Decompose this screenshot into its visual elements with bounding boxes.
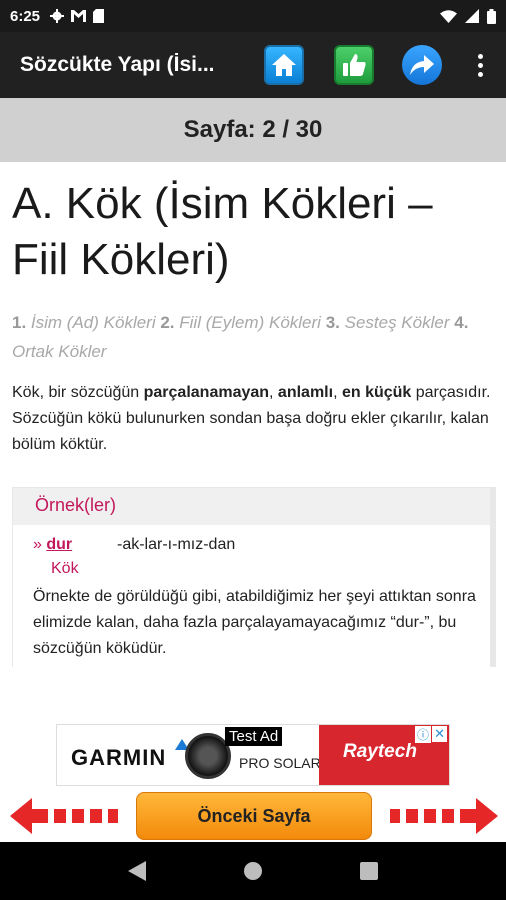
status-bar: 6:25 bbox=[0, 0, 506, 32]
intro-paragraph: Kök, bir sözcüğün parçalanamayan, anlaml… bbox=[12, 380, 498, 458]
app-bar: Sözcükte Yapı (İsi... bbox=[0, 32, 506, 98]
example-explanation: Örnekte de görüldüğü gibi, atabildiğimiz… bbox=[33, 588, 476, 657]
recents-icon[interactable] bbox=[359, 862, 378, 880]
ad-product: PRO SOLAR bbox=[239, 755, 321, 771]
sd-card-icon bbox=[93, 9, 105, 23]
example-marker: » bbox=[33, 536, 42, 553]
next-arrow-icon[interactable] bbox=[388, 796, 498, 836]
ad-brand-garmin: GARMIN bbox=[71, 745, 167, 770]
intro-text: Kök, bir sözcüğün bbox=[12, 384, 144, 401]
status-time: 6:25 bbox=[10, 7, 41, 25]
system-navigation-bar bbox=[0, 842, 506, 900]
share-button[interactable] bbox=[402, 45, 442, 85]
example-root-line: » dur bbox=[33, 536, 72, 554]
table-of-contents: 1. İsim (Ad) Kökleri 2. Fiil (Eylem) Kök… bbox=[12, 308, 482, 366]
ad-close-icon[interactable]: ✕ bbox=[432, 726, 447, 742]
example-root-label: Kök bbox=[51, 560, 79, 577]
example-suffixes: -ak-lar-ı-mız-dan bbox=[117, 536, 236, 553]
ad-info-icon[interactable]: ⓘ bbox=[414, 726, 431, 743]
back-icon[interactable] bbox=[128, 861, 147, 881]
intro-text: , bbox=[333, 384, 342, 401]
toc-link-ortak-kokler[interactable]: Ortak Kökler bbox=[12, 342, 106, 361]
ad-banner[interactable]: GARMIN PRO SOLAR Test Ad Raytech ⓘ ✕ bbox=[56, 724, 450, 786]
page-title: A. Kök (İsim Kökleri – Fiil Kökleri) bbox=[12, 179, 433, 284]
thumbs-up-icon bbox=[343, 54, 366, 76]
page-indicator: Sayfa: 2 / 30 bbox=[0, 98, 506, 162]
status-system-icons bbox=[440, 8, 496, 24]
status-notification-icons bbox=[50, 9, 105, 23]
intro-bold: parçalanamayan bbox=[143, 384, 270, 401]
example-root-word: dur bbox=[46, 536, 73, 553]
toc-number: 2. bbox=[160, 313, 175, 332]
ad-test-label: Test Ad bbox=[225, 727, 283, 746]
toc-link-sestes-kokler[interactable]: Sesteş Kökler bbox=[345, 313, 450, 332]
previous-page-button[interactable]: Önceki Sayfa bbox=[136, 792, 372, 840]
intro-text: , bbox=[269, 384, 278, 401]
toc-link-fiil-kokleri[interactable]: Fiil (Eylem) Kökleri bbox=[179, 313, 321, 332]
more-vert-icon[interactable] bbox=[470, 50, 490, 80]
toc-number: 4. bbox=[454, 313, 469, 332]
gear-icon bbox=[50, 9, 65, 23]
toc-number: 1. bbox=[12, 313, 27, 332]
app-title: Sözcükte Yapı (İsi... bbox=[20, 53, 215, 76]
wifi-icon bbox=[440, 9, 457, 23]
home-circle-icon[interactable] bbox=[243, 861, 263, 881]
home-icon bbox=[272, 54, 296, 76]
signal-icon bbox=[465, 9, 479, 23]
battery-icon bbox=[487, 8, 496, 24]
share-icon bbox=[410, 55, 434, 75]
page-navigation: Önceki Sayfa bbox=[0, 790, 506, 842]
like-button[interactable] bbox=[334, 45, 374, 85]
prev-arrow-icon[interactable] bbox=[10, 796, 120, 836]
example-box: Örnek(ler) » dur -ak-lar-ı-mız-dan Kök Ö… bbox=[12, 487, 496, 667]
intro-bold: anlamlı bbox=[277, 384, 334, 401]
toc-link-isim-kokleri[interactable]: İsim (Ad) Kökleri bbox=[31, 313, 156, 332]
toc-number: 3. bbox=[325, 313, 340, 332]
home-button[interactable] bbox=[264, 45, 304, 85]
gmail-icon bbox=[71, 10, 87, 22]
intro-bold: en küçük bbox=[341, 384, 412, 401]
example-title: Örnek(ler) bbox=[13, 488, 490, 525]
